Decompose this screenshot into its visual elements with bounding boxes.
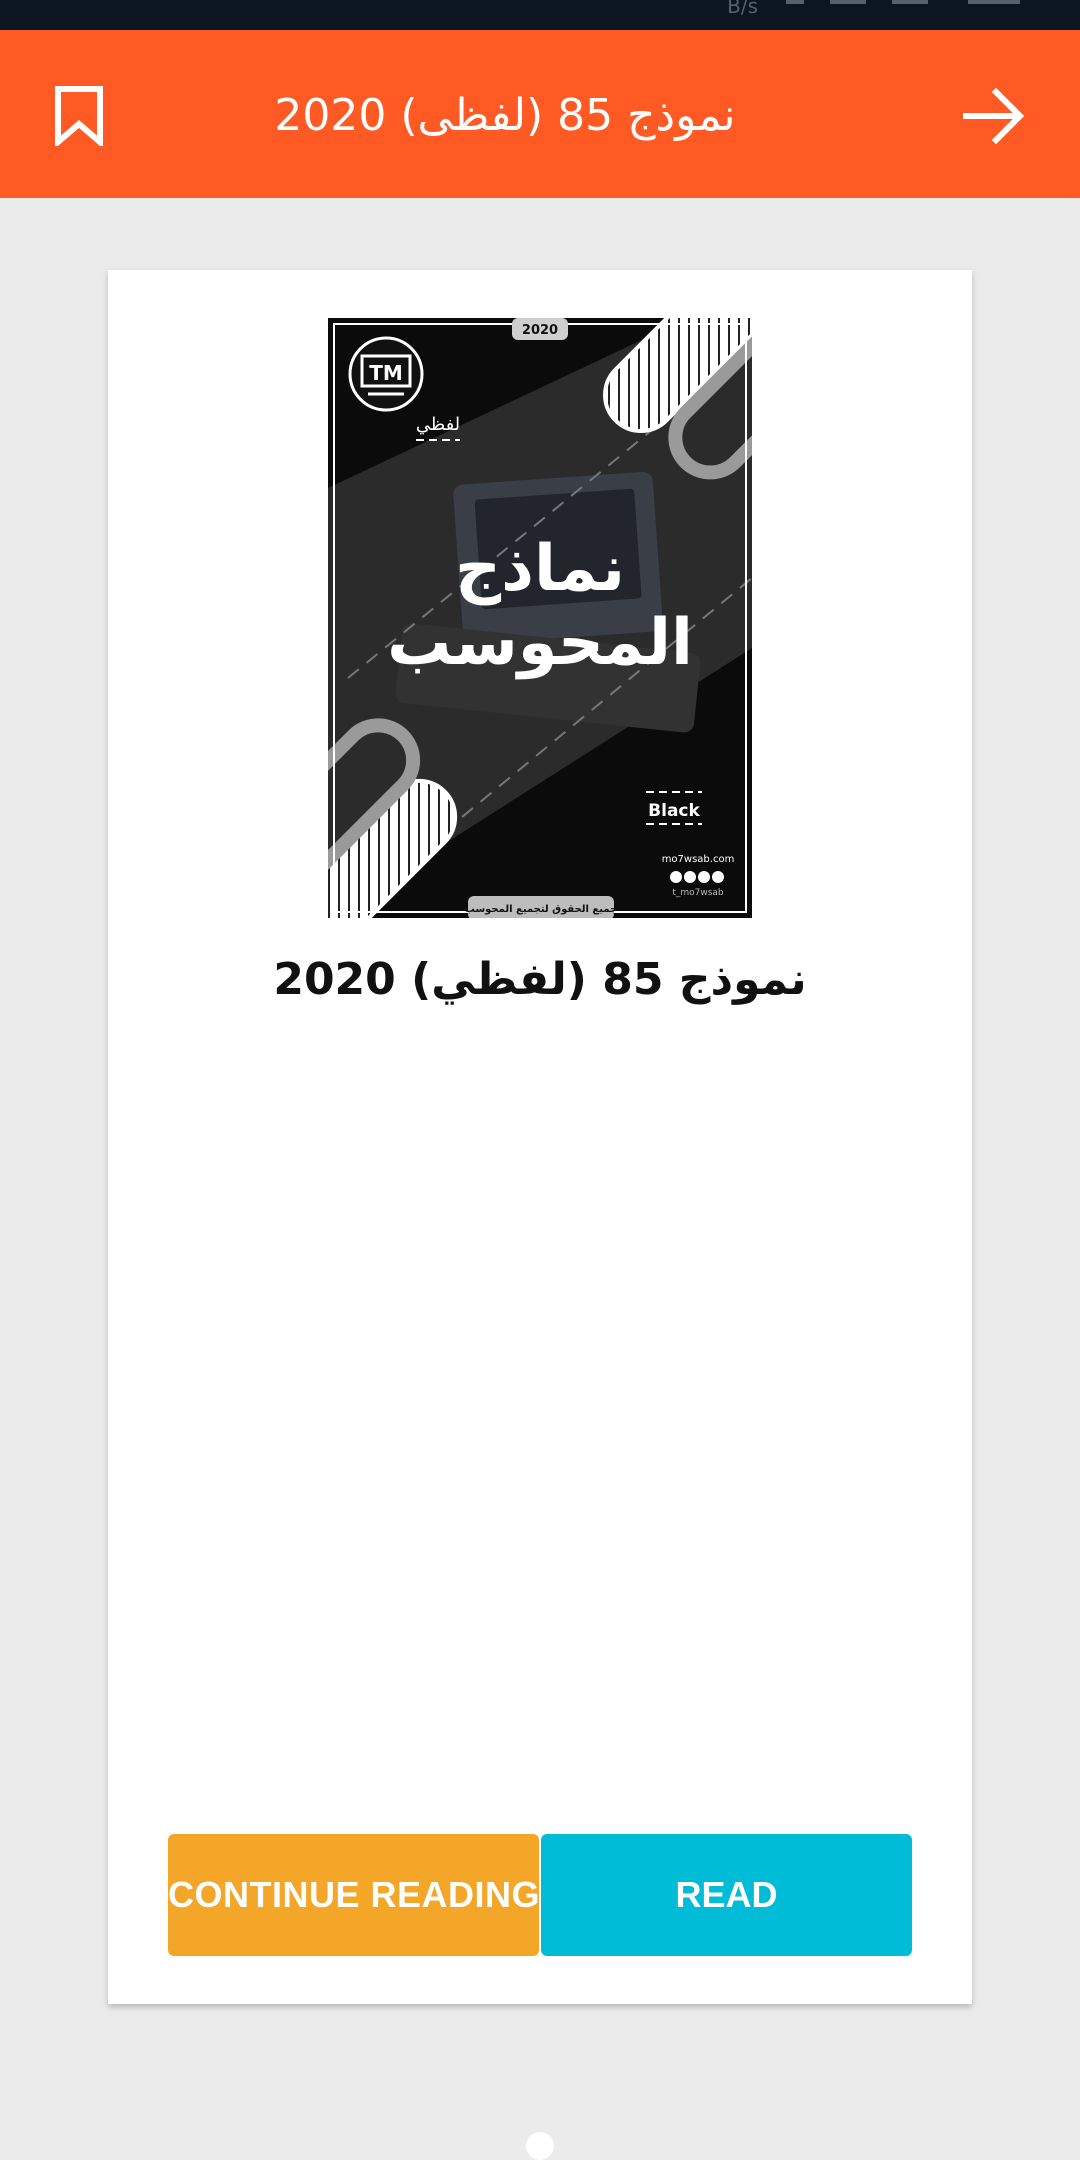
cover-heading-line1: نماذج: [455, 532, 625, 606]
cover-footer: جميع الحقوق لتجميع المحوسب: [465, 904, 618, 915]
app-bar: نموذج 85 (لفظى) 2020: [0, 30, 1080, 198]
read-button[interactable]: READ: [541, 1834, 912, 1956]
arrow-forward-icon[interactable]: [962, 86, 1026, 146]
continue-reading-button[interactable]: CONTINUE READING: [168, 1834, 540, 1956]
status-bar: B/s: [0, 0, 1080, 30]
cover-year: 2020: [522, 323, 558, 338]
cover-heading-line2: المحوسب: [387, 606, 693, 680]
cover-logo: TM: [369, 361, 403, 385]
book-title: نموذج 85 (لفظي) 2020: [273, 954, 807, 1005]
signal-icon: [786, 0, 804, 4]
cover-website: mo7wsab.com: [662, 854, 735, 865]
bookmark-icon[interactable]: [52, 86, 106, 149]
page-title: نموذج 85 (لفظى) 2020: [274, 90, 736, 141]
cover-edition: Black: [648, 801, 700, 821]
wifi-icon: [892, 0, 928, 4]
battery-icon: [968, 0, 1020, 4]
signal-icon-2: [830, 0, 866, 4]
book-card: 2020 TM لفظي نماذج المحوسب Black mo7wsab…: [108, 270, 972, 2004]
network-speed: B/s: [727, 0, 758, 18]
page-indicator-dot: [526, 2132, 554, 2160]
book-cover[interactable]: 2020 TM لفظي نماذج المحوسب Black mo7wsab…: [328, 318, 752, 918]
cover-handle: t_mo7wsab: [672, 888, 724, 898]
cover-subtitle: لفظي: [416, 414, 460, 435]
